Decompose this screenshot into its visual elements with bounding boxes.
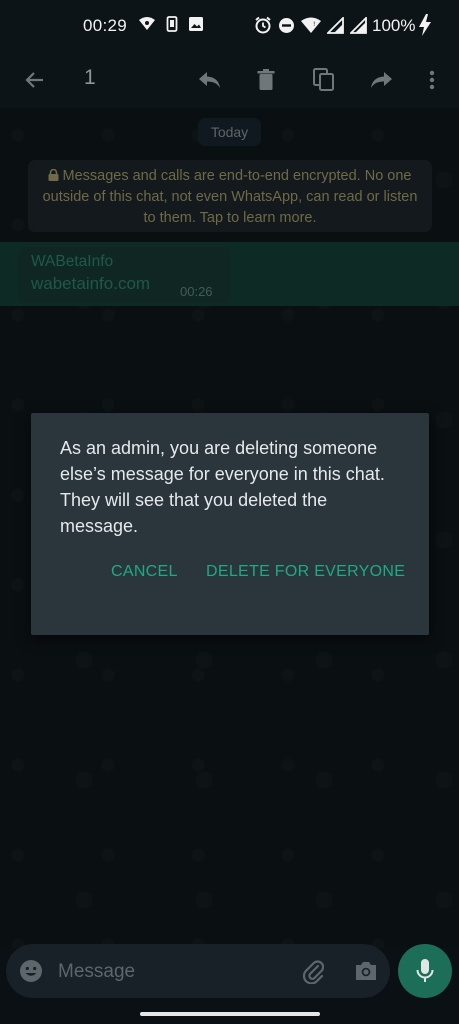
encryption-notice[interactable]: Messages and calls are end-to-end encryp… — [28, 160, 432, 232]
selected-count: 1 — [84, 66, 96, 89]
encryption-notice-text: Messages and calls are end-to-end encryp… — [42, 168, 418, 226]
copy-button[interactable] — [308, 64, 340, 96]
reply-icon — [199, 72, 220, 88]
dialog-message: As an admin, you are deleting someone el… — [60, 438, 385, 536]
message-link[interactable]: wabetainfo.com — [31, 274, 150, 294]
status-notification-icons — [138, 16, 204, 32]
forward-icon — [371, 72, 392, 88]
delete-button[interactable] — [250, 64, 282, 96]
signal-icon-2 — [350, 16, 367, 34]
signal-icon — [327, 16, 344, 34]
message-time: 00:26 — [180, 284, 213, 299]
phone-icon — [166, 16, 178, 32]
camera-icon[interactable] — [354, 960, 378, 982]
delete-confirmation-dialog: As an admin, you are deleting someone el… — [31, 413, 429, 635]
do-not-disturb-icon — [279, 17, 294, 33]
selection-toolbar — [0, 52, 459, 108]
copy-icon — [313, 68, 334, 91]
wifi-icon: ! — [301, 17, 321, 33]
more-options-button[interactable] — [416, 64, 448, 96]
reply-button[interactable] — [193, 64, 225, 96]
message-input-placeholder[interactable]: Message — [58, 961, 135, 983]
alarm-icon — [255, 16, 271, 34]
image-icon — [189, 17, 203, 31]
arrow-back-icon — [25, 72, 43, 88]
trash-icon — [257, 69, 275, 90]
gesture-navigation-bar[interactable] — [140, 1012, 320, 1016]
battery-percentage: 100% — [372, 16, 416, 35]
delete-for-everyone-button[interactable]: DELETE FOR EVERYONE — [206, 563, 405, 581]
charging-icon — [419, 14, 431, 36]
forward-button[interactable] — [366, 64, 398, 96]
lock-icon — [48, 169, 59, 181]
status-time: 00:29 — [83, 16, 128, 35]
more-vertical-icon — [429, 70, 435, 90]
emoji-icon[interactable] — [19, 959, 43, 983]
mic-icon — [416, 959, 434, 982]
attach-icon[interactable] — [302, 958, 324, 984]
svg-text:!: ! — [313, 21, 315, 28]
voice-message-button[interactable] — [398, 944, 452, 998]
cancel-button[interactable]: CANCEL — [111, 563, 178, 581]
back-button[interactable] — [18, 64, 50, 96]
date-chip: Today — [198, 118, 261, 146]
wifi-calling-icon — [139, 17, 155, 30]
status-system-icons: ! — [254, 16, 367, 34]
message-sender: WABetaInfo — [31, 253, 114, 270]
